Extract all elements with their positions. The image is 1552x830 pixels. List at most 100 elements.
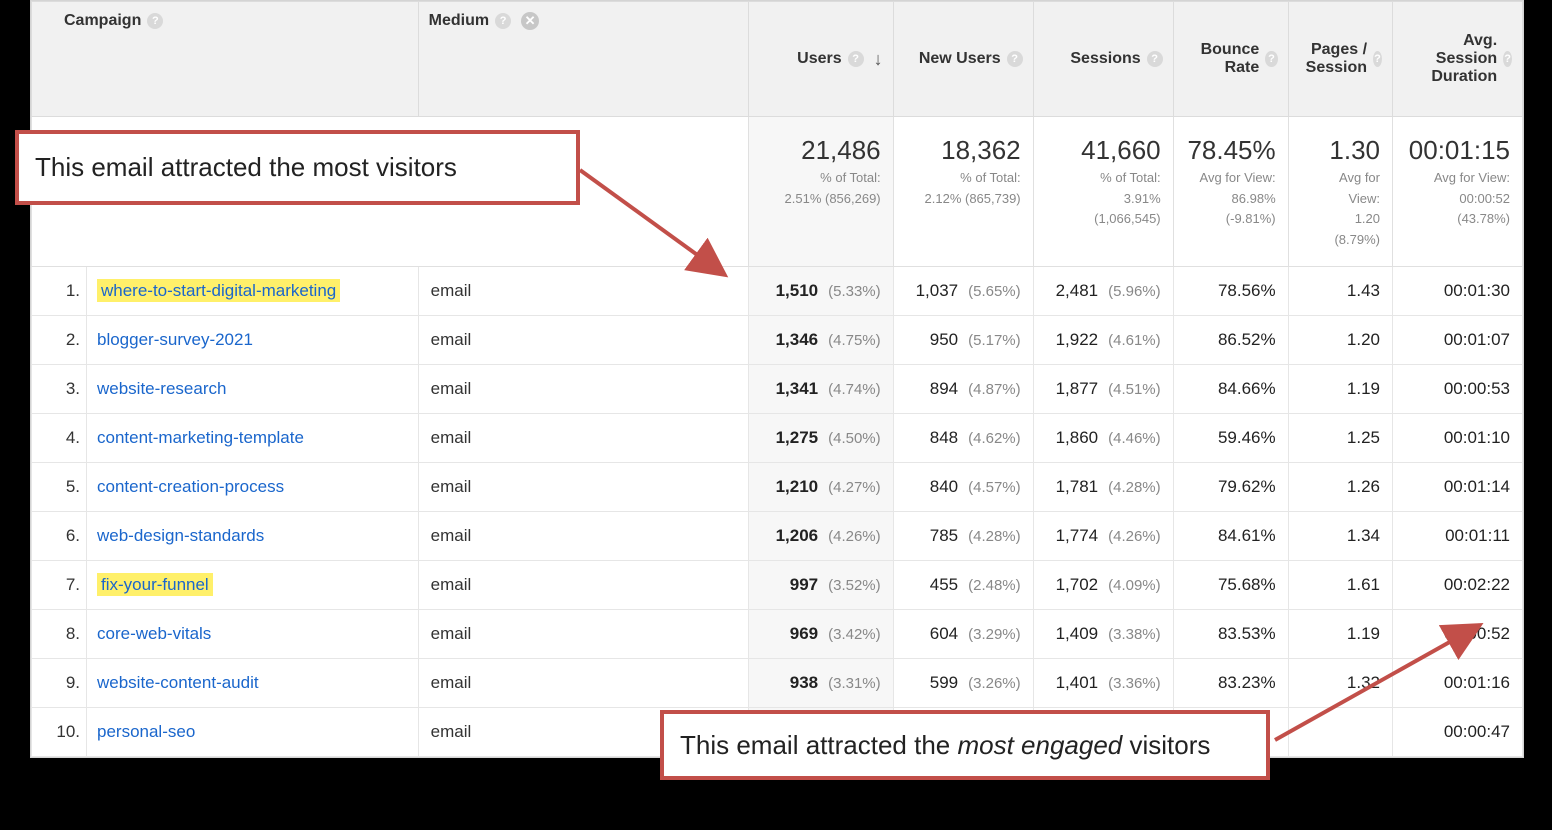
campaign-cell: core-web-vitals — [87, 610, 419, 659]
table-row: 2. blogger-survey-2021 email 1,346(4.75%… — [32, 316, 1523, 365]
users-cell: 969(3.42%) — [748, 610, 893, 659]
row-index: 10. — [32, 708, 87, 757]
col-header-new-users[interactable]: New Users ? — [893, 2, 1033, 117]
campaign-cell: personal-seo — [87, 708, 419, 757]
col-header-campaign[interactable]: Campaign ? — [32, 2, 419, 117]
header-label: Sessions — [1070, 50, 1140, 68]
col-header-pages-session[interactable]: Pages / Session ? — [1288, 2, 1392, 117]
row-index: 5. — [32, 463, 87, 512]
total-sessions: 41,660 % of Total: 3.91% (1,066,545) — [1033, 117, 1173, 267]
users-cell: 1,346(4.75%) — [748, 316, 893, 365]
campaign-cell: website-research — [87, 365, 419, 414]
header-label: Medium — [429, 12, 489, 30]
campaign-cell: where-to-start-digital-marketing — [87, 267, 419, 316]
arrow-icon — [580, 165, 740, 285]
duration-cell: 00:01:07 — [1393, 316, 1523, 365]
row-index: 8. — [32, 610, 87, 659]
duration-cell: 00:00:53 — [1393, 365, 1523, 414]
duration-cell: 00:01:14 — [1393, 463, 1523, 512]
sessions-cell: 1,860(4.46%) — [1033, 414, 1173, 463]
total-users: 21,486 % of Total: 2.51% (856,269) — [748, 117, 893, 267]
campaign-cell: fix-your-funnel — [87, 561, 419, 610]
header-label: Campaign — [64, 12, 141, 30]
col-header-bounce-rate[interactable]: Bounce Rate ? — [1173, 2, 1288, 117]
pages-cell: 1.43 — [1288, 267, 1392, 316]
pages-cell: 1.25 — [1288, 414, 1392, 463]
bounce-cell: 59.46% — [1173, 414, 1288, 463]
new-users-cell: 848(4.62%) — [893, 414, 1033, 463]
users-cell: 1,341(4.74%) — [748, 365, 893, 414]
row-index: 2. — [32, 316, 87, 365]
new-users-cell: 604(3.29%) — [893, 610, 1033, 659]
close-icon[interactable]: ✕ — [521, 12, 539, 30]
campaign-link[interactable]: core-web-vitals — [97, 624, 211, 643]
new-users-cell: 840(4.57%) — [893, 463, 1033, 512]
pages-cell: 1.20 — [1288, 316, 1392, 365]
col-header-sessions[interactable]: Sessions ? — [1033, 2, 1173, 117]
total-new-users: 18,362 % of Total: 2.12% (865,739) — [893, 117, 1033, 267]
table-row: 3. website-research email 1,341(4.74%) 8… — [32, 365, 1523, 414]
help-icon[interactable]: ? — [1503, 51, 1512, 67]
campaign-link[interactable]: personal-seo — [97, 722, 195, 741]
header-label: New Users — [919, 50, 1001, 68]
total-avg-duration: 00:01:15 Avg for View: 00:00:52 (43.78%) — [1393, 117, 1523, 267]
col-header-users[interactable]: Users ? ↓ — [748, 2, 893, 117]
help-icon[interactable]: ? — [1265, 51, 1277, 67]
sessions-cell: 1,781(4.28%) — [1033, 463, 1173, 512]
campaign-link[interactable]: content-creation-process — [97, 477, 284, 496]
new-users-cell: 894(4.87%) — [893, 365, 1033, 414]
campaign-link[interactable]: website-research — [97, 379, 226, 398]
header-label: Users — [797, 50, 841, 68]
medium-cell: email — [418, 414, 748, 463]
bounce-cell: 79.62% — [1173, 463, 1288, 512]
help-icon[interactable]: ? — [147, 13, 163, 29]
campaign-cell: website-content-audit — [87, 659, 419, 708]
campaign-link[interactable]: web-design-standards — [97, 526, 264, 545]
users-cell: 1,510(5.33%) — [748, 267, 893, 316]
medium-cell: email — [418, 659, 748, 708]
campaign-cell: content-creation-process — [87, 463, 419, 512]
campaign-cell: blogger-survey-2021 — [87, 316, 419, 365]
medium-cell: email — [418, 561, 748, 610]
sessions-cell: 1,409(3.38%) — [1033, 610, 1173, 659]
campaign-link[interactable]: where-to-start-digital-marketing — [97, 279, 340, 302]
campaign-link[interactable]: website-content-audit — [97, 673, 259, 692]
campaign-link[interactable]: blogger-survey-2021 — [97, 330, 253, 349]
help-icon[interactable]: ? — [1007, 51, 1023, 67]
help-icon[interactable]: ? — [495, 13, 511, 29]
bounce-cell: 86.52% — [1173, 316, 1288, 365]
row-index: 9. — [32, 659, 87, 708]
duration-cell: 00:01:11 — [1393, 512, 1523, 561]
medium-cell: email — [418, 365, 748, 414]
col-header-avg-duration[interactable]: Avg. Session Duration ? — [1393, 2, 1523, 117]
annotation-most-engaged: This email attracted the most engaged vi… — [660, 710, 1270, 780]
campaign-cell: web-design-standards — [87, 512, 419, 561]
pages-cell: 1.61 — [1288, 561, 1392, 610]
sessions-cell: 1,877(4.51%) — [1033, 365, 1173, 414]
row-index: 4. — [32, 414, 87, 463]
row-index: 7. — [32, 561, 87, 610]
medium-cell: email — [418, 316, 748, 365]
new-users-cell: 950(5.17%) — [893, 316, 1033, 365]
help-icon[interactable]: ? — [1373, 51, 1382, 67]
arrow-icon — [1270, 615, 1500, 745]
sort-descending-icon[interactable]: ↓ — [874, 49, 883, 70]
bounce-cell: 75.68% — [1173, 561, 1288, 610]
total-pages-session: 1.30 Avg for View: 1.20 (8.79%) — [1288, 117, 1392, 267]
users-cell: 938(3.31%) — [748, 659, 893, 708]
help-icon[interactable]: ? — [848, 51, 864, 67]
row-index: 3. — [32, 365, 87, 414]
new-users-cell: 455(2.48%) — [893, 561, 1033, 610]
pages-cell: 1.34 — [1288, 512, 1392, 561]
new-users-cell: 1,037(5.65%) — [893, 267, 1033, 316]
campaign-link[interactable]: fix-your-funnel — [97, 573, 213, 596]
users-cell: 1,275(4.50%) — [748, 414, 893, 463]
help-icon[interactable]: ? — [1147, 51, 1163, 67]
campaign-link[interactable]: content-marketing-template — [97, 428, 304, 447]
table-row: 6. web-design-standards email 1,206(4.26… — [32, 512, 1523, 561]
total-bounce-rate: 78.45% Avg for View: 86.98% (-9.81%) — [1173, 117, 1288, 267]
header-label: Pages / Session — [1299, 41, 1367, 77]
new-users-cell: 785(4.28%) — [893, 512, 1033, 561]
col-header-medium[interactable]: Medium ? ✕ — [418, 2, 748, 117]
users-cell: 997(3.52%) — [748, 561, 893, 610]
